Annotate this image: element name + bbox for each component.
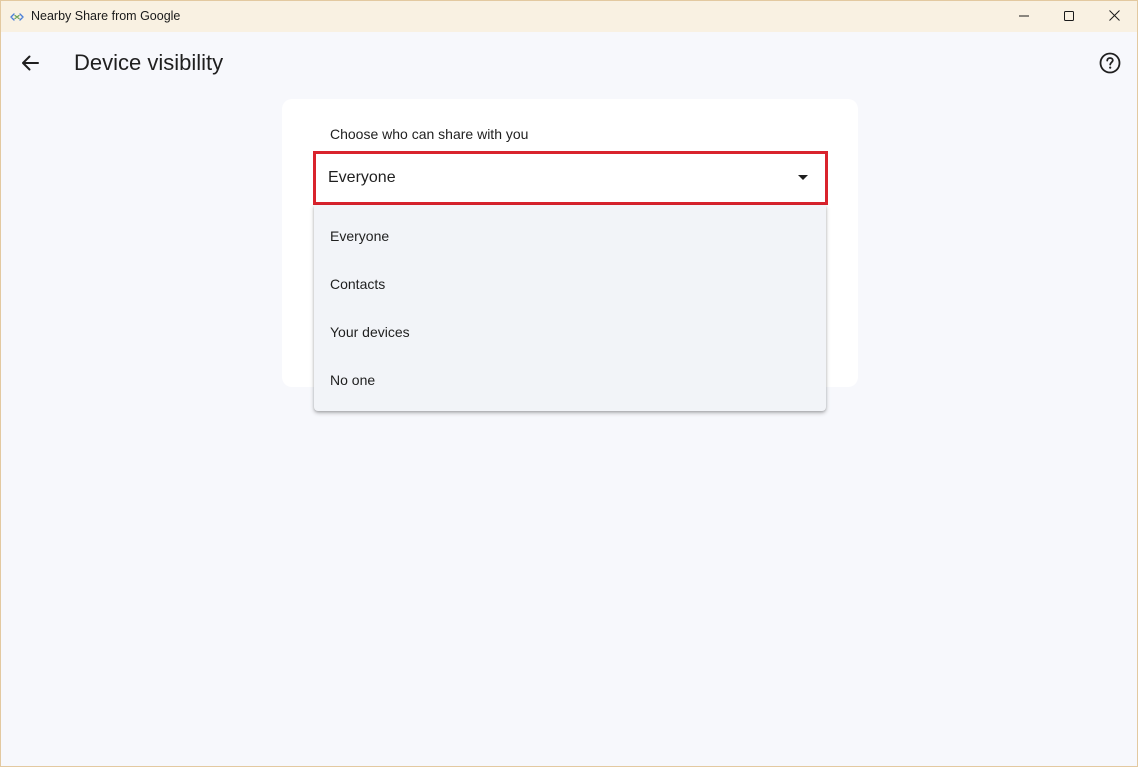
maximize-icon: [1064, 8, 1074, 26]
arrow-left-icon: [21, 54, 39, 77]
title-bar[interactable]: Nearby Share from Google: [1, 1, 1137, 32]
minimize-icon: [1019, 8, 1029, 26]
visibility-select[interactable]: Everyone: [313, 151, 828, 205]
option-no-one[interactable]: No one: [314, 356, 826, 404]
help-button[interactable]: [1095, 50, 1125, 80]
caret-down-icon: [798, 175, 808, 180]
back-button[interactable]: [15, 50, 45, 80]
app-window: Nearby Share from Google Device visibili…: [0, 0, 1138, 767]
option-label: No one: [330, 372, 376, 388]
option-your-devices[interactable]: Your devices: [314, 308, 826, 356]
help-circle-icon: [1099, 52, 1121, 79]
option-everyone[interactable]: Everyone: [314, 212, 826, 260]
visibility-selected-value: Everyone: [328, 169, 396, 186]
option-label: Your devices: [330, 324, 410, 340]
visibility-dropdown-menu: Everyone Contacts Your devices No one: [314, 205, 826, 411]
close-icon: [1108, 8, 1120, 26]
option-label: Contacts: [330, 276, 386, 292]
maximize-button[interactable]: [1046, 1, 1092, 32]
page-title: Device visibility: [74, 50, 224, 75]
option-contacts[interactable]: Contacts: [314, 260, 826, 308]
minimize-button[interactable]: [1001, 1, 1047, 32]
close-button[interactable]: [1091, 1, 1137, 32]
nearby-share-icon: [10, 10, 24, 22]
option-label: Everyone: [330, 228, 390, 244]
window-title: Nearby Share from Google: [31, 9, 181, 23]
visibility-label: Choose who can share with you: [330, 126, 529, 142]
